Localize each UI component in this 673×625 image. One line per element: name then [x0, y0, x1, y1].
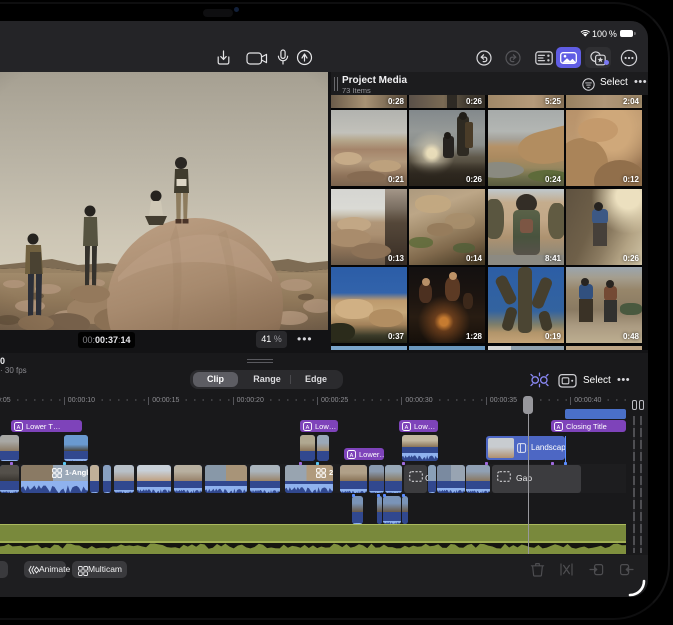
svg-text:A: A	[306, 425, 310, 431]
svg-text:A: A	[17, 425, 21, 431]
svg-text:A: A	[557, 425, 561, 431]
svg-text:A: A	[350, 453, 354, 459]
svg-text:A: A	[405, 425, 409, 431]
